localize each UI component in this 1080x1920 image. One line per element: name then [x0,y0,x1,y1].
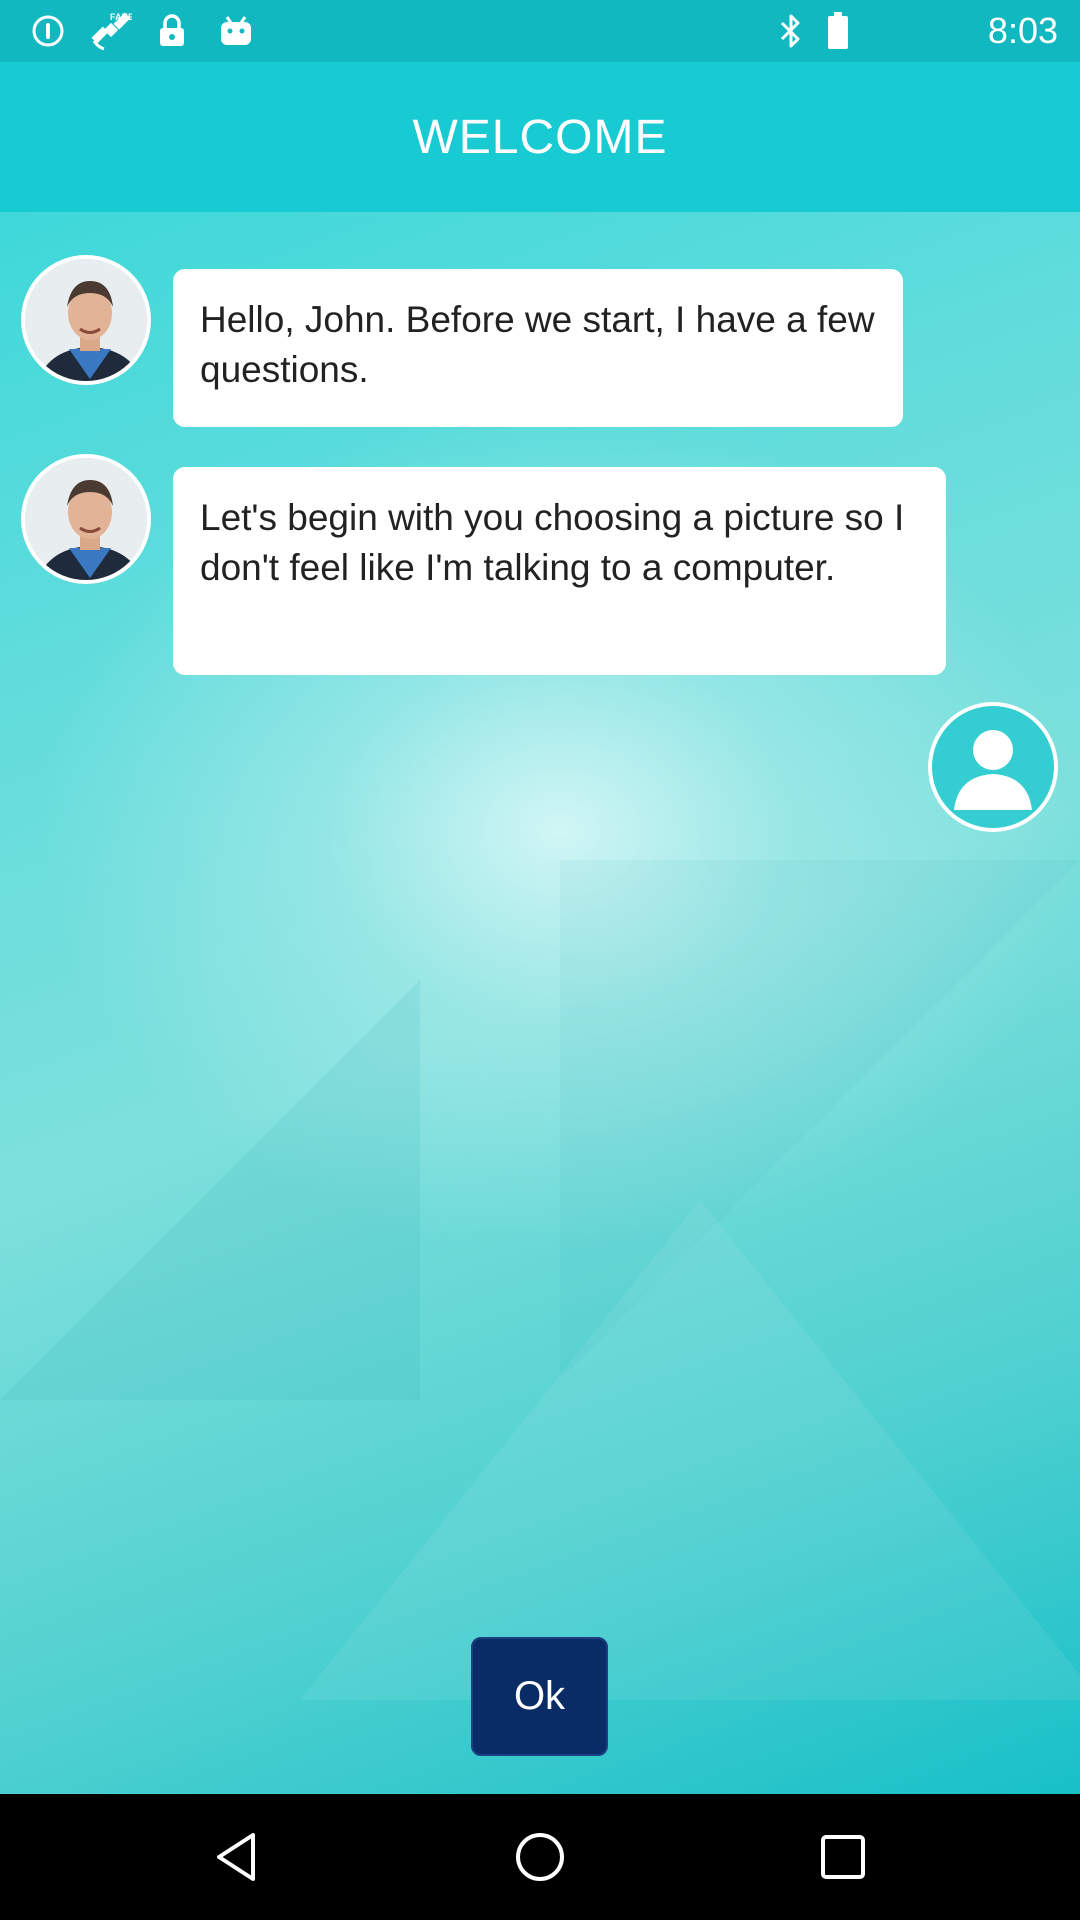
battery-icon [826,12,850,49]
svg-text:FAKE: FAKE [110,12,132,22]
host-avatar [21,454,151,584]
ok-button[interactable]: Ok [471,1637,608,1756]
bluetooth-icon [776,13,806,49]
user-avatar-button[interactable] [928,702,1058,832]
recents-square-icon[interactable] [813,1827,873,1887]
fake-gps-satellite-icon: FAKE [88,12,132,51]
status-time: 8:03 [987,10,1058,51]
page-title: WELCOME [412,110,668,164]
chat-message-text: Let's begin with you choosing a picture … [200,497,905,588]
chat-bubble: Hello, John. Before we start, I have a f… [173,269,903,427]
app-screen: FAKE 8:03 WELCOME Hello, John. Before we… [0,0,1080,1794]
person-placeholder-icon [954,730,1032,810]
chat-message-text: Hello, John. Before we start, I have a f… [200,299,875,390]
lock-icon [156,13,188,49]
android-robot-icon [218,13,254,49]
navigation-bar [0,1794,1080,1920]
info-circle-icon [28,13,68,49]
back-triangle-icon[interactable] [207,1827,267,1887]
background-facet [300,1200,1080,1700]
host-portrait-icon [25,458,147,580]
status-bar: FAKE 8:03 [0,0,1080,62]
chat-bubble: Let's begin with you choosing a picture … [173,467,946,675]
home-circle-icon[interactable] [510,1827,570,1887]
app-header: WELCOME [0,62,1080,212]
host-portrait-icon [25,259,147,381]
host-avatar [21,255,151,385]
